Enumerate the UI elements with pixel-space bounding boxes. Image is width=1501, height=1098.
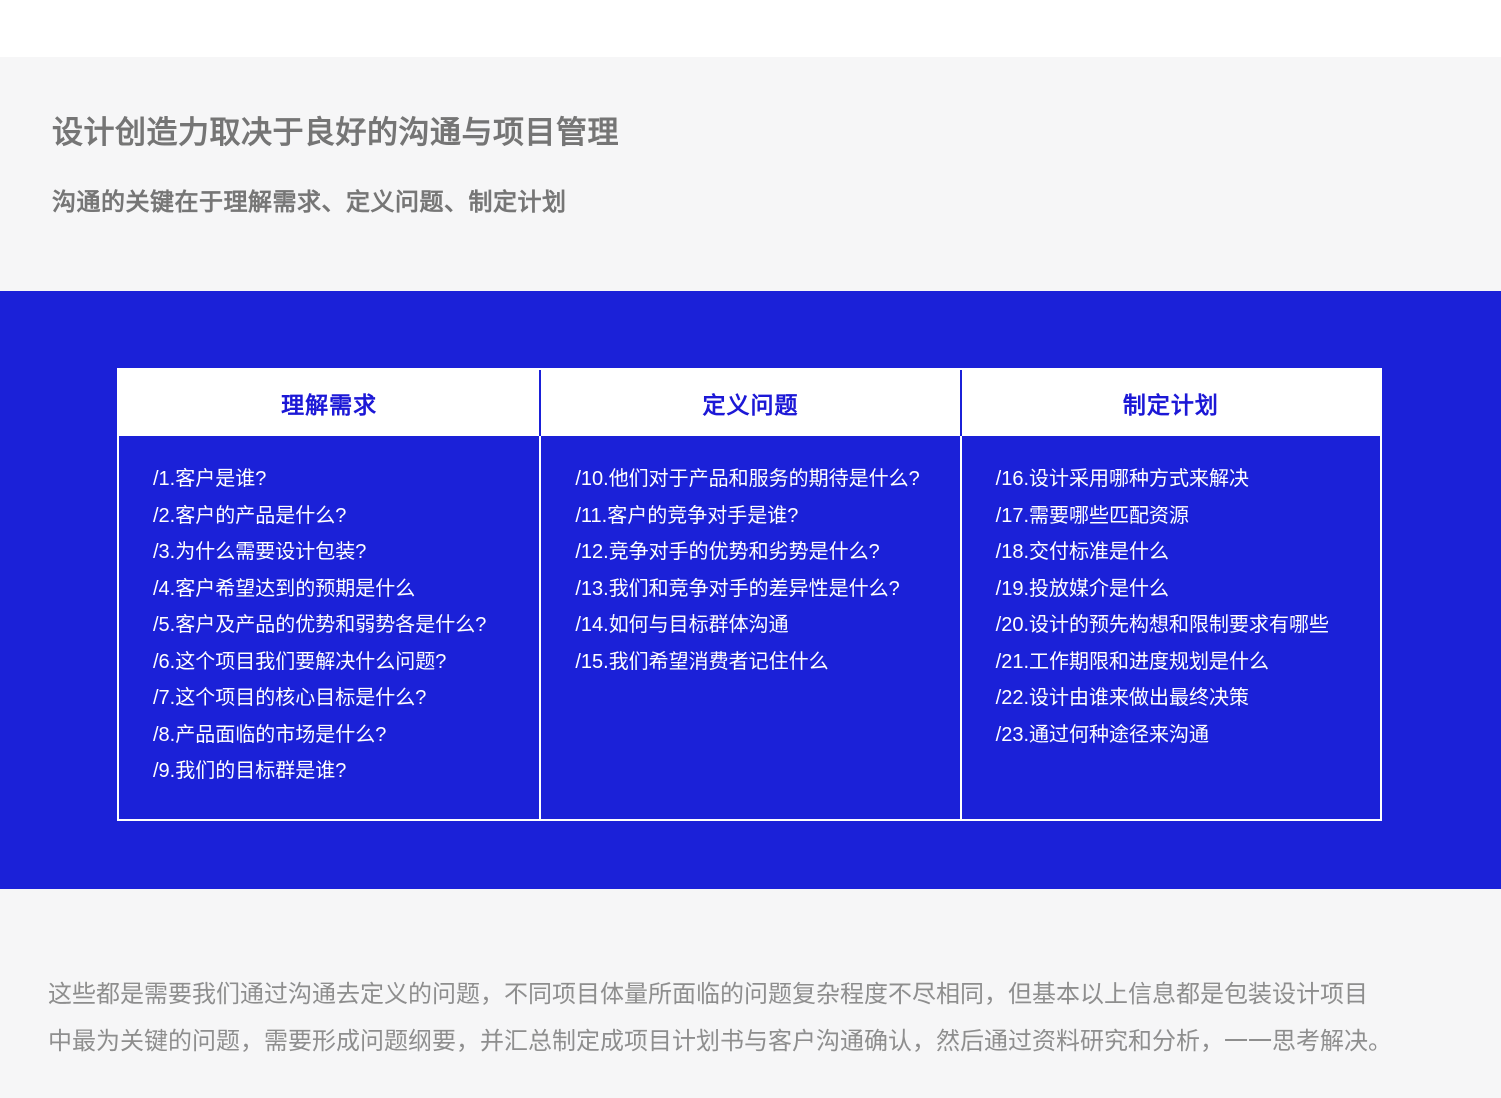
question-item: /12.竞争对手的优势和劣势是什么?	[575, 534, 945, 571]
question-item: /11.客户的竞争对手是谁?	[575, 498, 945, 535]
question-item: /15.我们希望消费者记住什么	[575, 644, 945, 681]
question-item: /13.我们和竞争对手的差异性是什么?	[575, 571, 945, 608]
summary-line: 中最为关键的问题，需要形成问题纲要，并汇总制定成项目计划书与客户沟通确认，然后通…	[48, 1018, 1461, 1065]
question-item: /3.为什么需要设计包装?	[153, 534, 525, 571]
intro-section: 设计创造力取决于良好的沟通与项目管理 沟通的关键在于理解需求、定义问题、制定计划	[0, 57, 1501, 291]
question-item: /4.客户希望达到的预期是什么	[153, 571, 525, 608]
column-body-define-problems: /10.他们对于产品和服务的期待是什么? /11.客户的竞争对手是谁? /12.…	[539, 436, 959, 819]
question-item: /16.设计采用哪种方式来解决	[996, 461, 1366, 498]
summary-line: 这些都是需要我们通过沟通去定义的问题，不同项目体量所面临的问题复杂程度不尽相同，…	[48, 971, 1461, 1018]
question-item: /23.通过何种途径来沟通	[996, 717, 1366, 754]
question-item: /9.我们的目标群是谁?	[153, 753, 525, 790]
question-item: /7.这个项目的核心目标是什么?	[153, 680, 525, 717]
table-column-define-problems: 定义问题 /10.他们对于产品和服务的期待是什么? /11.客户的竞争对手是谁?…	[539, 370, 959, 819]
questions-table: 理解需求 /1.客户是谁? /2.客户的产品是什么? /3.为什么需要设计包装?…	[117, 368, 1382, 821]
question-item: /22.设计由谁来做出最终决策	[996, 680, 1366, 717]
question-item: /21.工作期限和进度规划是什么	[996, 644, 1366, 681]
question-item: /8.产品面临的市场是什么?	[153, 717, 525, 754]
table-column-understand-needs: 理解需求 /1.客户是谁? /2.客户的产品是什么? /3.为什么需要设计包装?…	[119, 370, 539, 819]
question-item: /5.客户及产品的优势和弱势各是什么?	[153, 607, 525, 644]
question-item: /2.客户的产品是什么?	[153, 498, 525, 535]
question-item: /10.他们对于产品和服务的期待是什么?	[575, 461, 945, 498]
table-column-make-plans: 制定计划 /16.设计采用哪种方式来解决 /17.需要哪些匹配资源 /18.交付…	[960, 370, 1380, 819]
question-item: /18.交付标准是什么	[996, 534, 1366, 571]
question-item: /20.设计的预先构想和限制要求有哪些	[996, 607, 1366, 644]
summary-paragraph: 这些都是需要我们通过沟通去定义的问题，不同项目体量所面临的问题复杂程度不尽相同，…	[48, 971, 1461, 1065]
question-item: /17.需要哪些匹配资源	[996, 498, 1366, 535]
page-subtitle: 沟通的关键在于理解需求、定义问题、制定计划	[52, 182, 1501, 217]
column-body-understand-needs: /1.客户是谁? /2.客户的产品是什么? /3.为什么需要设计包装? /4.客…	[119, 436, 539, 819]
question-item: /1.客户是谁?	[153, 461, 525, 498]
summary-section: 这些都是需要我们通过沟通去定义的问题，不同项目体量所面临的问题复杂程度不尽相同，…	[0, 889, 1501, 1098]
column-header-define-problems: 定义问题	[539, 370, 959, 436]
question-item: /14.如何与目标群体沟通	[575, 607, 945, 644]
questions-section: 理解需求 /1.客户是谁? /2.客户的产品是什么? /3.为什么需要设计包装?…	[0, 291, 1501, 889]
page-title: 设计创造力取决于良好的沟通与项目管理	[52, 107, 1501, 152]
column-header-make-plans: 制定计划	[960, 370, 1380, 436]
question-item: /19.投放媒介是什么	[996, 571, 1366, 608]
column-header-understand-needs: 理解需求	[119, 370, 539, 436]
question-item: /6.这个项目我们要解决什么问题?	[153, 644, 525, 681]
page: 设计创造力取决于良好的沟通与项目管理 沟通的关键在于理解需求、定义问题、制定计划…	[0, 0, 1501, 1098]
column-body-make-plans: /16.设计采用哪种方式来解决 /17.需要哪些匹配资源 /18.交付标准是什么…	[960, 436, 1380, 819]
